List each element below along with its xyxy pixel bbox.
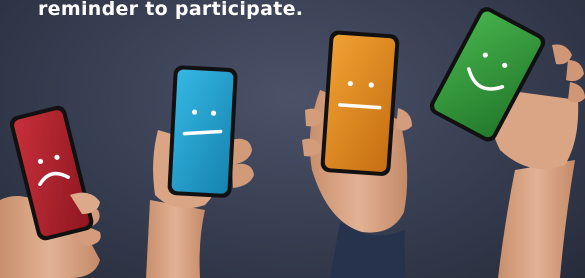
phone-orange-neutral [320, 30, 400, 176]
phone-blue-neutral [167, 65, 238, 198]
hands-with-phones-illustration [0, 7, 585, 278]
photo-stage: reminder to participate. [0, 0, 585, 278]
